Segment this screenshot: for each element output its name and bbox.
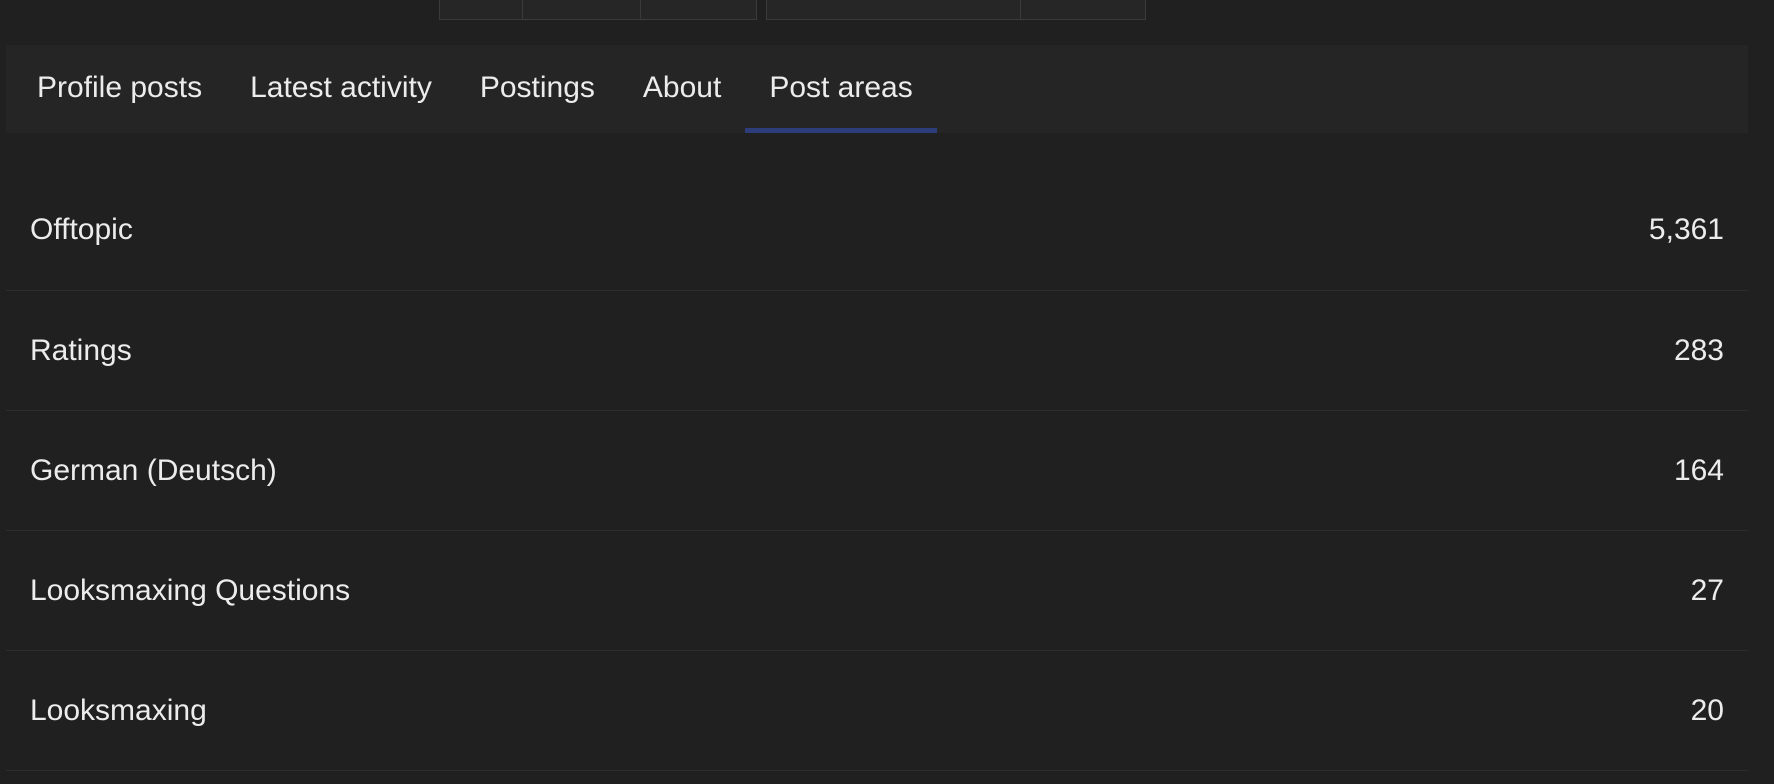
- tab-profile-posts[interactable]: Profile posts: [13, 43, 226, 133]
- post-area-count: 5,361: [1648, 213, 1724, 246]
- list-item[interactable]: Ratings 283: [6, 291, 1748, 411]
- tab-postings[interactable]: Postings: [456, 43, 619, 133]
- post-area-name: German (Deutsch): [30, 453, 277, 487]
- tab-post-areas[interactable]: Post areas: [745, 43, 938, 133]
- post-area-name: Ratings: [30, 333, 132, 367]
- action-button[interactable]: [767, 0, 1021, 19]
- post-area-count: 164: [1673, 453, 1724, 487]
- post-area-name: Looksmaxing: [30, 693, 207, 727]
- action-button[interactable]: [641, 0, 756, 19]
- tab-about[interactable]: About: [619, 43, 745, 133]
- action-button-group-left: [439, 0, 757, 20]
- post-area-name: Looksmaxing Questions: [30, 573, 351, 607]
- action-button[interactable]: [1021, 0, 1145, 19]
- post-area-count: 27: [1690, 573, 1724, 607]
- list-item[interactable]: Offtopic 5,361: [6, 170, 1748, 291]
- tab-label: Profile posts: [37, 71, 203, 104]
- tab-label: Postings: [479, 71, 595, 104]
- list-item[interactable]: Looksmaxing 20: [6, 651, 1748, 771]
- action-button[interactable]: [440, 0, 523, 19]
- action-button[interactable]: [523, 0, 641, 19]
- post-area-count: 20: [1690, 693, 1724, 727]
- tab-label: Post areas: [769, 71, 913, 104]
- tab-latest-activity[interactable]: Latest activity: [226, 43, 456, 133]
- post-areas-list: Offtopic 5,361 Ratings 283 German (Deuts…: [6, 170, 1748, 771]
- list-item[interactable]: German (Deutsch) 164: [6, 411, 1748, 531]
- list-item[interactable]: Looksmaxing Questions 27: [6, 531, 1748, 651]
- action-button-group-right: [766, 0, 1146, 20]
- profile-action-buttons: [0, 0, 1774, 22]
- post-area-count: 283: [1673, 333, 1724, 367]
- tab-label: About: [642, 71, 722, 104]
- post-area-name: Offtopic: [30, 213, 133, 246]
- profile-tabs: Profile posts Latest activity Postings A…: [6, 45, 1748, 133]
- tab-label: Latest activity: [250, 71, 432, 104]
